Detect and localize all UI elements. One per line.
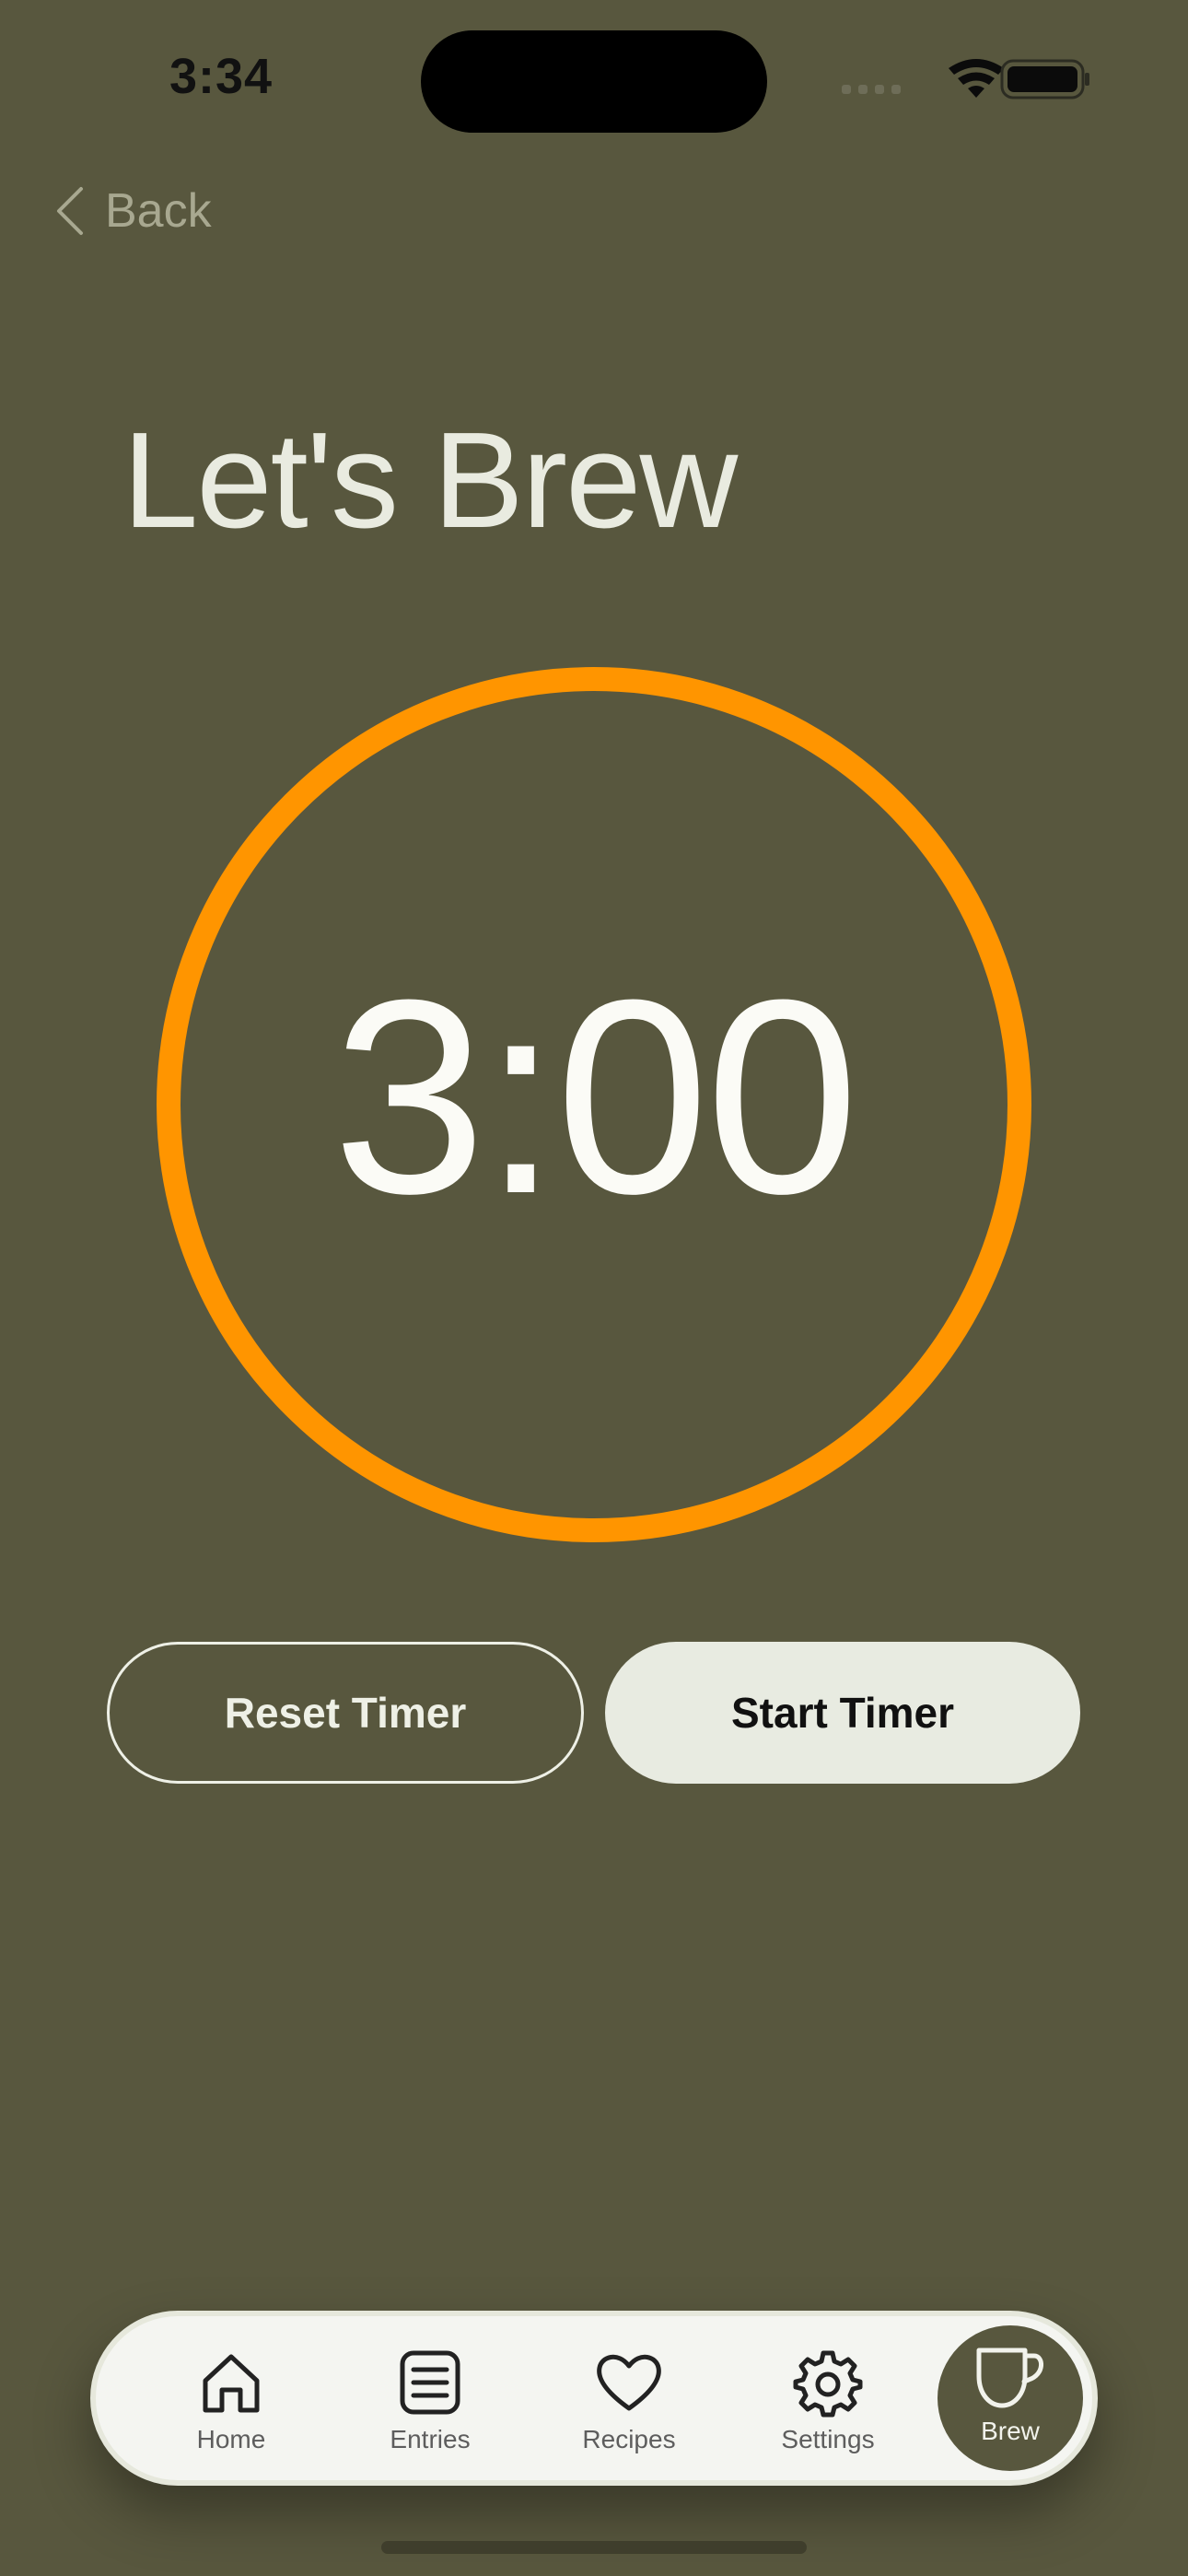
back-button[interactable]: Back [53,179,212,243]
home-indicator [381,2541,807,2554]
dynamic-island [421,30,767,133]
tab-recipes-label: Recipes [582,2425,676,2453]
heart-icon [597,2354,661,2411]
tab-recipes[interactable]: Recipes [551,2348,707,2458]
tab-entries-label: Entries [390,2425,471,2453]
back-label: Back [105,184,212,238]
cellular-signal-icon [842,85,901,94]
reset-timer-label: Reset Timer [224,1689,467,1737]
start-timer-label: Start Timer [730,1689,955,1737]
cup-icon [976,2348,1043,2408]
chevron-left-icon [57,187,83,235]
tab-bar: Home Entries Recipes Settings Brew [90,2311,1098,2486]
house-icon [203,2354,260,2413]
tab-settings-label: Settings [781,2425,875,2453]
page-title: Let's Brew [122,404,738,556]
tab-home[interactable]: Home [153,2348,309,2458]
gear-icon [793,2350,863,2418]
status-icons [842,59,1089,100]
tab-home-label: Home [196,2425,266,2453]
tab-settings[interactable]: Settings [750,2348,906,2458]
status-time: 3:34 [169,49,274,104]
battery-icon [1000,59,1089,100]
timer-display: 3:00 [332,942,859,1251]
reset-timer-button[interactable]: Reset Timer [107,1642,584,1784]
wifi-icon [949,59,1004,98]
start-timer-button[interactable]: Start Timer [605,1642,1080,1784]
tab-brew-label: Brew [981,2417,1040,2445]
tab-entries[interactable]: Entries [352,2348,508,2458]
list-icon [400,2350,460,2415]
tab-brew[interactable]: Brew [938,2325,1083,2471]
